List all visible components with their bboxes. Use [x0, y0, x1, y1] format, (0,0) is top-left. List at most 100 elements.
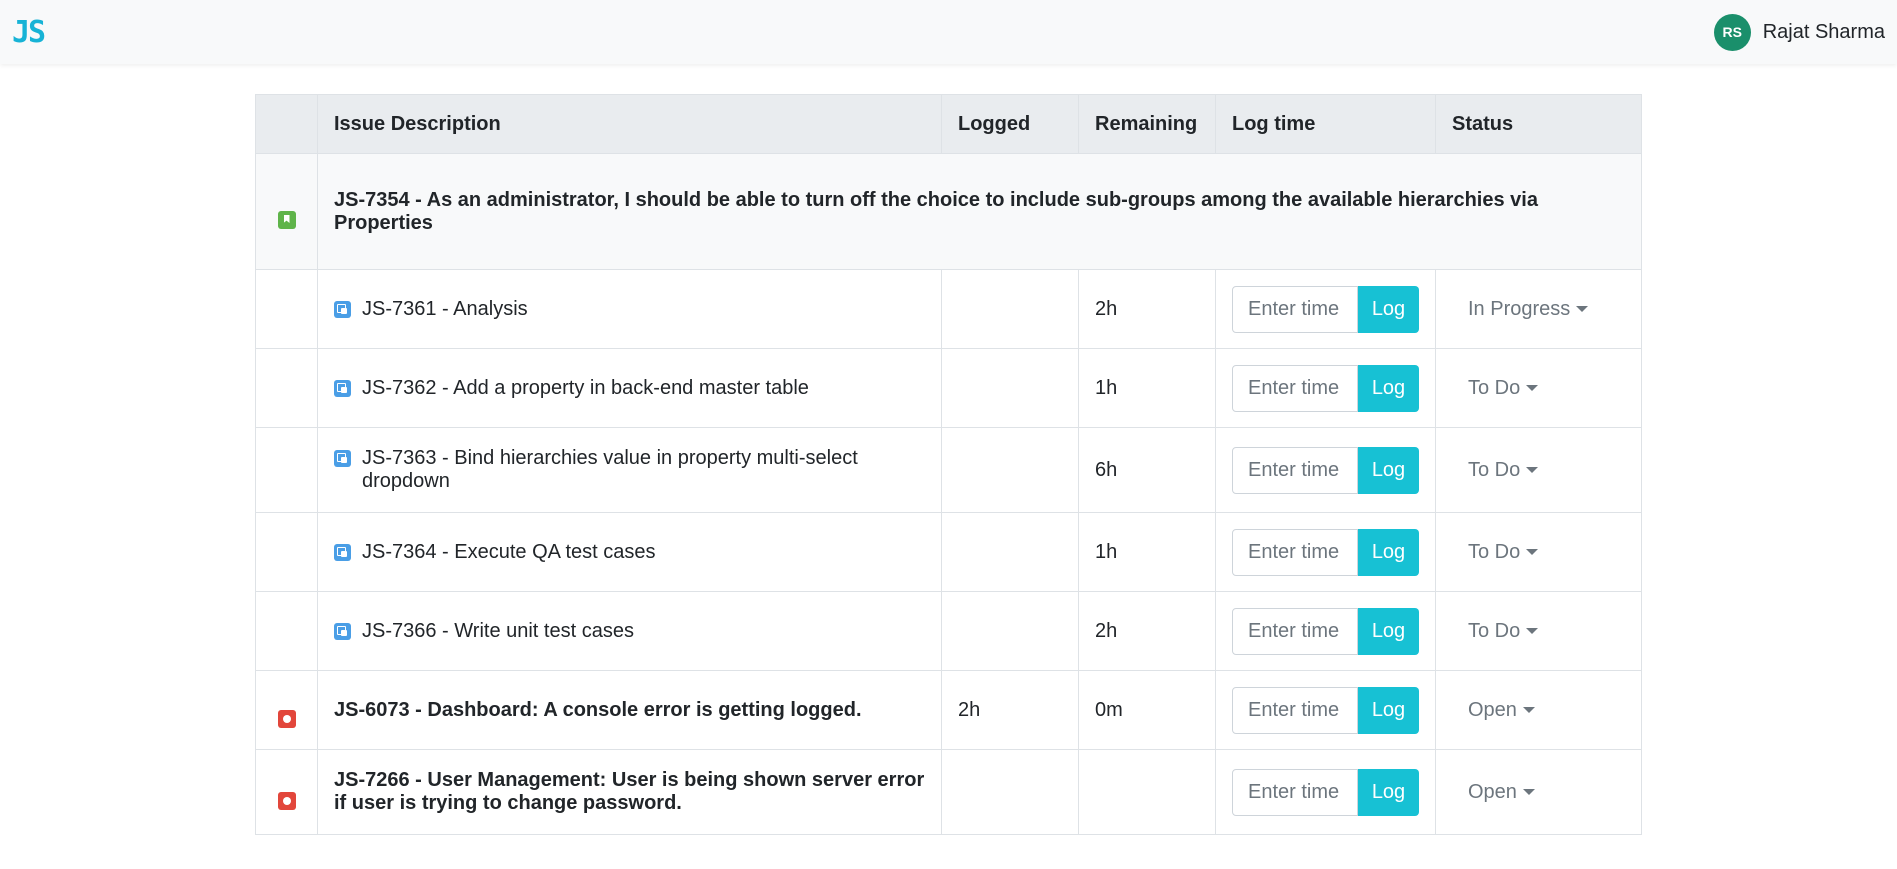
caret-down-icon: [1522, 707, 1535, 713]
log-button[interactable]: Log: [1358, 686, 1419, 734]
remaining-cell: 0m: [1078, 670, 1216, 750]
logged-cell: [941, 591, 1079, 671]
log-time-cell: Log: [1215, 269, 1436, 349]
bug-icon: bug-icon: [277, 791, 296, 810]
log-time-input[interactable]: [1232, 446, 1358, 494]
issue-description-cell: JS-7362 - Add a property in back-end mas…: [317, 348, 942, 428]
table-row: JS-7361 - Analysis 2h Log In Progress: [255, 269, 1642, 349]
worklog-table: Issue Description Logged Remaining Log t…: [255, 94, 1642, 835]
status-dropdown[interactable]: To Do: [1452, 376, 1539, 400]
log-time-input[interactable]: [1232, 528, 1358, 576]
status-dropdown[interactable]: Open: [1452, 781, 1535, 804]
issue-link[interactable]: JS-7354 - As an administrator, I should …: [334, 189, 1538, 234]
table-row: JS-7366 - Write unit test cases 2h Log To D…: [255, 591, 1642, 671]
log-button[interactable]: Log: [1358, 364, 1419, 412]
status-dropdown[interactable]: In Progress: [1452, 298, 1589, 321]
status-dropdown[interactable]: To Do: [1452, 620, 1539, 643]
issue-link[interactable]: JS-6073 - Dashboard: A console error is …: [334, 699, 862, 721]
issue-type-cell: [255, 427, 318, 513]
status-cell: Open: [1435, 670, 1642, 750]
header-remaining: Remaining: [1078, 94, 1216, 154]
issue-link[interactable]: JS-7363 - Bind hierarchies value in prop…: [362, 447, 925, 493]
log-button[interactable]: Log: [1358, 768, 1419, 816]
story-icon: story-icon: [277, 211, 296, 229]
log-time-input[interactable]: [1232, 768, 1358, 816]
subtask-icon: [334, 622, 351, 640]
status-label: To Do: [1468, 458, 1521, 481]
user-name[interactable]: Rajat Sharma: [1763, 21, 1885, 44]
subtask-icon: [334, 450, 351, 467]
header-type: [255, 94, 318, 154]
table-row: JS-7364 - Execute QA test cases 1h Log To D…: [255, 512, 1642, 592]
subtask-icon: [334, 543, 351, 561]
issue-description-cell: JS-7366 - Write unit test cases: [317, 591, 942, 671]
caret-down-icon: [1522, 789, 1535, 795]
caret-down-icon: [1576, 306, 1589, 312]
logged-cell: [941, 348, 1079, 428]
header-logged: Logged: [941, 94, 1079, 154]
table-header-row: Issue Description Logged Remaining Log t…: [255, 94, 1642, 154]
top-navbar: JS RS Rajat Sharma: [0, 0, 1897, 64]
issue-link[interactable]: JS-7366 - Write unit test cases: [362, 620, 634, 643]
caret-down-icon: [1526, 549, 1539, 555]
status-cell: To Do: [1435, 427, 1642, 513]
issue-type-cell: [255, 269, 318, 349]
log-time-cell: Log: [1215, 427, 1436, 513]
issue-description-cell: JS-7354 - As an administrator, I should …: [317, 153, 1642, 270]
header-status: Status: [1435, 94, 1642, 154]
log-button[interactable]: Log: [1358, 285, 1419, 333]
table-row: JS-7363 - Bind hierarchies value in prop…: [255, 427, 1642, 513]
status-cell: To Do: [1435, 348, 1642, 428]
log-button[interactable]: Log: [1358, 607, 1419, 655]
issue-link[interactable]: JS-7362 - Add a property in back-end mas…: [362, 377, 809, 400]
issue-type-cell: [255, 348, 318, 428]
bug-icon: bug-icon: [277, 709, 296, 728]
status-dropdown[interactable]: To Do: [1452, 458, 1539, 482]
status-cell: To Do: [1435, 591, 1642, 671]
issue-type-cell: [255, 591, 318, 671]
log-button[interactable]: Log: [1358, 446, 1419, 494]
caret-down-icon: [1526, 467, 1539, 473]
header-log-time: Log time: [1215, 94, 1436, 154]
issue-link[interactable]: JS-7364 - Execute QA test cases: [362, 541, 655, 564]
issue-description-cell: JS-7361 - Analysis: [317, 269, 942, 349]
issue-type-cell: story-icon: [255, 153, 318, 270]
subtask-icon: [334, 379, 351, 397]
app-logo[interactable]: JS: [12, 15, 46, 50]
remaining-cell: [1078, 749, 1216, 835]
status-dropdown[interactable]: To Do: [1452, 540, 1539, 564]
log-time-input[interactable]: [1232, 285, 1358, 333]
issue-link[interactable]: JS-7361 - Analysis: [362, 298, 528, 321]
status-label: To Do: [1468, 376, 1521, 399]
log-time-cell: Log: [1215, 670, 1436, 750]
status-dropdown[interactable]: Open: [1452, 699, 1535, 722]
log-button[interactable]: Log: [1358, 528, 1419, 576]
status-label: To Do: [1468, 540, 1521, 563]
remaining-cell: 2h: [1078, 591, 1216, 671]
table-row: bug-icon JS-7266 - User Management: User …: [255, 749, 1642, 835]
avatar[interactable]: RS: [1713, 13, 1751, 51]
issue-type-cell: bug-icon: [255, 670, 318, 750]
table-row: bug-icon JS-6073 - Dashboard: A console e…: [255, 670, 1642, 750]
issue-description-cell: JS-7363 - Bind hierarchies value in prop…: [317, 427, 942, 513]
user-menu[interactable]: RS Rajat Sharma: [1713, 13, 1885, 51]
status-cell: In Progress: [1435, 269, 1642, 349]
status-cell: Open: [1435, 749, 1642, 835]
log-time-cell: Log: [1215, 591, 1436, 671]
logged-cell: [941, 512, 1079, 592]
remaining-cell: 1h: [1078, 512, 1216, 592]
log-time-input[interactable]: [1232, 686, 1358, 734]
table-row: story-icon JS-7354 - As an administrator,…: [255, 153, 1642, 270]
issue-description-cell: JS-6073 - Dashboard: A console error is …: [317, 670, 942, 750]
caret-down-icon: [1526, 385, 1539, 391]
logged-cell: [941, 427, 1079, 513]
issue-type-cell: bug-icon: [255, 749, 318, 835]
issue-link[interactable]: JS-7266 - User Management: User is being…: [334, 769, 924, 814]
issue-description-cell: JS-7266 - User Management: User is being…: [317, 749, 942, 835]
status-label: Open: [1468, 698, 1517, 721]
remaining-cell: 6h: [1078, 427, 1216, 513]
log-time-input[interactable]: [1232, 607, 1358, 655]
status-label: Open: [1468, 780, 1517, 803]
remaining-cell: 2h: [1078, 269, 1216, 349]
log-time-input[interactable]: [1232, 364, 1358, 412]
